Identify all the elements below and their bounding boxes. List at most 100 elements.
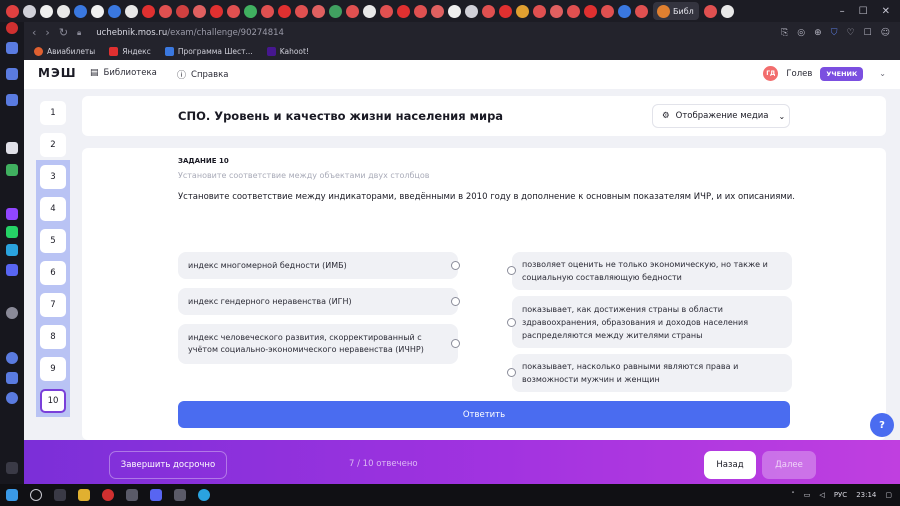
settings-icon[interactable] — [6, 392, 18, 404]
tab-favicon[interactable] — [482, 4, 495, 18]
question-nav-item[interactable]: 4 — [36, 192, 70, 225]
tab-favicon[interactable] — [448, 4, 461, 18]
match-left-item[interactable]: индекс многомерной бедности (ИМБ) — [178, 252, 458, 279]
tab-favicon[interactable] — [584, 4, 597, 18]
match-right-connector[interactable] — [507, 266, 516, 275]
chevron-down-icon[interactable]: ⌄ — [879, 69, 886, 78]
tab-favicon[interactable] — [499, 4, 512, 18]
discord-icon[interactable] — [6, 264, 18, 276]
tab-favicon[interactable] — [142, 4, 155, 18]
telegram-icon[interactable] — [6, 244, 18, 256]
tab-favicon[interactable] — [23, 4, 36, 18]
task-view-icon[interactable] — [54, 489, 66, 501]
app-taskbar-icon[interactable] — [174, 489, 186, 501]
file-explorer-icon[interactable] — [78, 489, 90, 501]
bookmark-item[interactable]: Яндекс — [109, 47, 151, 56]
minimize-icon[interactable]: – — [840, 6, 845, 17]
zoom-icon[interactable]: ⊕ — [814, 28, 822, 38]
tab-favicon[interactable] — [380, 4, 393, 18]
tab-favicon[interactable] — [550, 4, 563, 18]
extensions-icon[interactable]: ☐ — [864, 28, 872, 38]
tab-favicon[interactable] — [91, 4, 104, 18]
back-arrow-icon[interactable]: ‹ — [32, 26, 36, 39]
submit-answer-button[interactable]: Ответить — [178, 401, 790, 428]
bookmark-item[interactable]: Программа Шест... — [164, 47, 253, 56]
app-taskbar-icon[interactable] — [126, 489, 138, 501]
player-icon[interactable] — [6, 307, 18, 319]
bookmark-item[interactable]: Авиабилеты — [34, 47, 95, 56]
tab-favicon[interactable] — [533, 4, 546, 18]
tab-favicon[interactable] — [227, 4, 240, 18]
tab-favicon[interactable] — [363, 4, 376, 18]
match-right-item[interactable]: показывает, как достижения страны в обла… — [512, 296, 792, 348]
nav-help[interactable]: ⓘ Справка — [177, 68, 228, 82]
telegram-taskbar-icon[interactable] — [198, 489, 210, 501]
maximize-icon[interactable]: ☐ — [859, 6, 868, 17]
ai-icon[interactable] — [6, 142, 18, 154]
user-menu[interactable]: ГД Голев УЧЕНИК ⌄ — [763, 66, 886, 81]
network-icon[interactable]: ▭ — [804, 491, 811, 499]
question-nav-item[interactable]: 5 — [36, 224, 70, 257]
question-nav-item[interactable]: 8 — [36, 320, 70, 353]
finish-early-button[interactable]: Завершить досрочно — [109, 451, 227, 479]
tab-favicon[interactable] — [125, 4, 138, 18]
next-button[interactable]: Далее — [762, 451, 816, 479]
whatsapp-icon[interactable] — [6, 226, 18, 238]
tab-favicon[interactable] — [193, 4, 206, 18]
tab-favicon[interactable] — [618, 4, 631, 18]
forward-arrow-icon[interactable]: › — [45, 26, 49, 39]
tab-favicon[interactable] — [635, 4, 648, 18]
tab-favicon[interactable] — [465, 4, 478, 18]
tab-favicon[interactable] — [397, 4, 410, 18]
question-nav-item[interactable]: 7 — [36, 288, 70, 321]
match-right-connector[interactable] — [507, 368, 516, 377]
question-nav-item-current[interactable]: 10 — [36, 384, 70, 417]
extension-icon[interactable] — [6, 164, 18, 176]
question-nav-item[interactable]: 3 — [36, 160, 70, 193]
tab-favicon[interactable] — [244, 4, 257, 18]
discord-taskbar-icon[interactable] — [150, 489, 162, 501]
tab-favicon[interactable] — [278, 4, 291, 18]
back-button[interactable]: Назад — [704, 451, 756, 479]
match-right-connector[interactable] — [507, 318, 516, 327]
notifications-icon[interactable]: ▢ — [885, 491, 892, 499]
match-left-item[interactable]: индекс человеческого развития, скорректи… — [178, 324, 458, 364]
tab-favicon[interactable] — [176, 4, 189, 18]
tab-favicon[interactable] — [601, 4, 614, 18]
volume-icon[interactable]: ◁ — [819, 491, 824, 499]
reload-icon[interactable]: ↻ — [59, 26, 68, 39]
help-button[interactable]: ? — [870, 413, 894, 437]
bookmarks-icon[interactable] — [6, 68, 18, 80]
screenshot-icon[interactable]: ⎘ — [781, 28, 788, 38]
site-logo[interactable]: МЭШ — [38, 66, 77, 80]
downloads-icon[interactable] — [6, 372, 18, 384]
url-field[interactable]: uchebnik.mos.ru/exam/challenge/90274814 — [96, 28, 284, 38]
tab-favicon[interactable] — [57, 4, 70, 18]
match-left-connector[interactable] — [451, 339, 460, 348]
match-left-item[interactable]: индекс гендерного неравенства (ИГН) — [178, 288, 458, 315]
twitch-icon[interactable] — [6, 208, 18, 220]
nav-library[interactable]: ▤ Библиотека — [90, 68, 157, 78]
history-icon[interactable] — [6, 352, 18, 364]
active-tab[interactable]: Библ — [653, 2, 699, 20]
match-right-item[interactable]: позволяет оценить не только экономическу… — [512, 252, 792, 290]
windows-start-icon[interactable] — [6, 489, 18, 501]
tab-favicon[interactable] — [210, 4, 223, 18]
close-icon[interactable]: ✕ — [882, 6, 890, 17]
tab-favicon[interactable] — [346, 4, 359, 18]
profile-icon[interactable]: ☺ — [881, 28, 890, 38]
tab-favicon[interactable] — [704, 4, 717, 18]
bookmark-item[interactable]: Kahoot! — [266, 47, 309, 56]
tab-favicon[interactable] — [567, 4, 580, 18]
question-nav-item[interactable]: 2 — [36, 128, 70, 161]
home-icon[interactable] — [6, 42, 18, 54]
tab-favicon[interactable] — [74, 4, 87, 18]
match-left-connector[interactable] — [451, 297, 460, 306]
match-left-connector[interactable] — [451, 261, 460, 270]
tab-favicon[interactable] — [261, 4, 274, 18]
question-nav-item[interactable]: 1 — [36, 96, 70, 129]
tab-favicon[interactable] — [431, 4, 444, 18]
match-right-item[interactable]: показывает, насколько равными являются п… — [512, 354, 792, 392]
tab-favicon[interactable] — [516, 4, 529, 18]
tab-favicon[interactable] — [312, 4, 325, 18]
